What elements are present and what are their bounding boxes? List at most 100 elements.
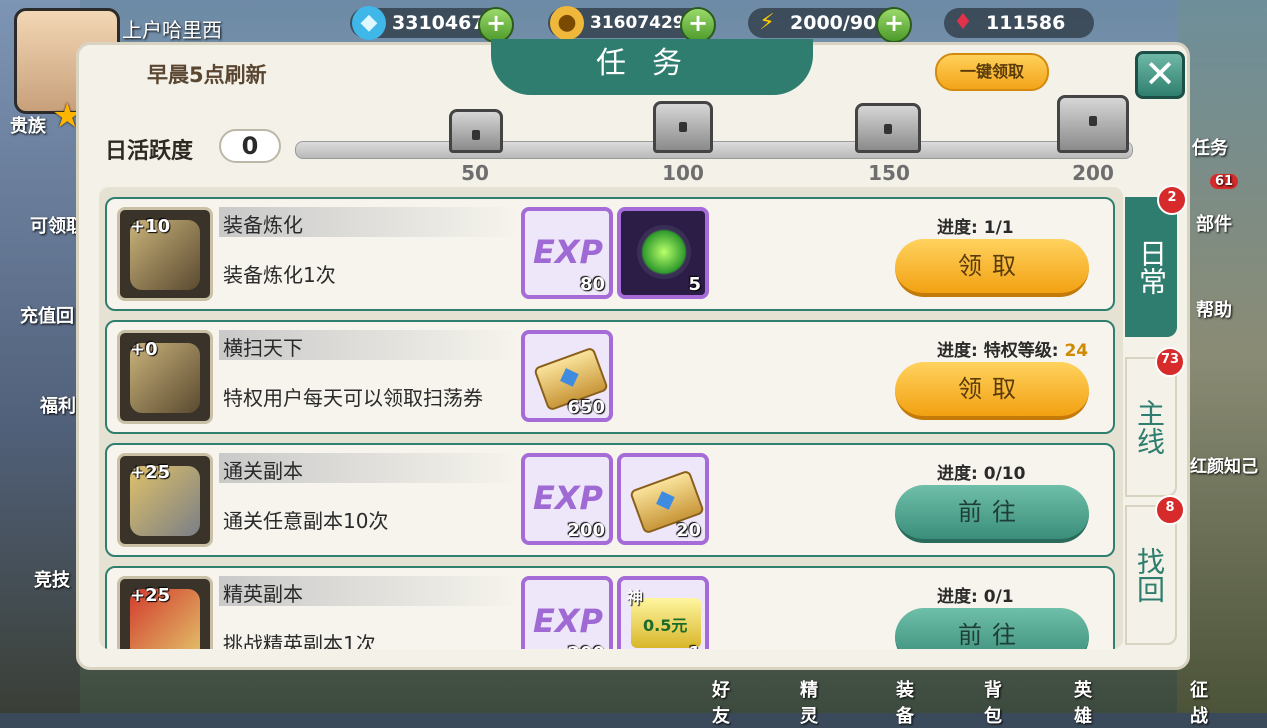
task-row: +10 装备炼化 装备炼化1次 EXP 80 5 进度: 1/1 领取 bbox=[105, 197, 1115, 311]
ruby-value: 111586 bbox=[986, 12, 1066, 34]
activity-label: 日活跃度 bbox=[105, 139, 194, 164]
task-icon: +25 bbox=[117, 453, 213, 547]
side-menu-parts[interactable]: 部件 bbox=[1196, 210, 1232, 236]
reward-gem[interactable]: 5 bbox=[617, 207, 709, 299]
claim-button[interactable]: 领取 bbox=[895, 239, 1089, 297]
tab-label: 主线 bbox=[1133, 399, 1166, 455]
diamond-icon: ◆ bbox=[352, 6, 386, 40]
tab-daily[interactable]: 日常 2 bbox=[1125, 185, 1187, 337]
chest-100-label: 100 bbox=[662, 161, 704, 185]
reward-exp[interactable]: EXP 200 bbox=[521, 453, 613, 545]
task-list[interactable]: +10 装备炼化 装备炼化1次 EXP 80 5 进度: 1/1 领取 +0 横… bbox=[99, 187, 1123, 649]
side-menu-companion[interactable]: 红颜知己 bbox=[1190, 452, 1258, 477]
task-icon: +10 bbox=[117, 207, 213, 301]
task-name: 横扫天下 bbox=[223, 336, 303, 360]
rank-label: 贵族 bbox=[10, 116, 46, 137]
tab-badge: 8 bbox=[1155, 495, 1185, 525]
stamina-icon: ⚡ bbox=[759, 10, 775, 35]
tab-label: 日常 bbox=[1135, 239, 1168, 295]
reward-coupon[interactable]: 神 0.5元 1 bbox=[617, 576, 709, 649]
task-desc: 装备炼化1次 bbox=[223, 263, 336, 287]
task-row: +25 通关副本 通关任意副本10次 EXP 200 20 进度: 0/10 前… bbox=[105, 443, 1115, 557]
exp-icon: EXP bbox=[533, 233, 603, 271]
task-level: +25 bbox=[130, 462, 171, 483]
add-gold-button[interactable]: + bbox=[680, 7, 716, 43]
task-name: 精英副本 bbox=[223, 582, 303, 606]
nav-spirit[interactable]: 精灵 bbox=[800, 676, 818, 728]
reward-exp[interactable]: EXP 200 bbox=[521, 576, 613, 649]
reward-qty: 650 bbox=[567, 397, 605, 418]
gold-counter: ● 316074296 + bbox=[548, 6, 716, 43]
ruby-counter: ♦ 111586 bbox=[944, 8, 1094, 38]
reward-exp[interactable]: EXP 80 bbox=[521, 207, 613, 299]
chest-50-icon[interactable] bbox=[449, 109, 503, 153]
add-stamina-button[interactable]: + bbox=[876, 7, 912, 43]
activity-progress-track bbox=[295, 141, 1133, 159]
reward-ticket[interactable]: 650 bbox=[521, 330, 613, 422]
reward-qty: 1 bbox=[688, 643, 701, 649]
task-dialog: 早晨5点刷新 任务 一键领取 ✕ 日活跃度 0 50 100 150 200 +… bbox=[76, 39, 1190, 670]
nav-heroes[interactable]: 英雄 bbox=[1074, 676, 1092, 728]
task-name: 通关副本 bbox=[223, 459, 303, 483]
stamina-counter: ⚡ 2000/90 + bbox=[748, 7, 912, 43]
progress-value: 特权等级: bbox=[983, 341, 1059, 361]
tab-retrieve[interactable]: 找回 8 bbox=[1125, 495, 1185, 645]
side-menu-welfare[interactable]: 福利 bbox=[40, 392, 76, 418]
progress-value: 0/1 bbox=[983, 587, 1014, 607]
progress-label: 进度: bbox=[937, 341, 978, 361]
reward-qty: 5 bbox=[688, 274, 701, 295]
nav-campaign[interactable]: 征战 bbox=[1190, 676, 1208, 728]
right-background bbox=[1177, 0, 1267, 713]
side-menu-help[interactable]: 帮助 bbox=[1196, 296, 1232, 322]
task-icon: +0 bbox=[117, 330, 213, 424]
task-level: +25 bbox=[130, 585, 171, 606]
claim-button[interactable]: 领取 bbox=[895, 362, 1089, 420]
gem-icon bbox=[637, 225, 691, 279]
side-menu-recharge[interactable]: 充值回 bbox=[20, 302, 74, 328]
stamina-value: 2000/90 bbox=[790, 12, 877, 34]
reward-qty: 200 bbox=[567, 643, 605, 649]
add-diamond-button[interactable]: + bbox=[478, 7, 514, 43]
go-button[interactable]: 前往 bbox=[895, 485, 1089, 543]
task-level: +0 bbox=[130, 339, 158, 360]
nav-equipment[interactable]: 装备 bbox=[896, 676, 914, 728]
chest-150-label: 150 bbox=[868, 161, 910, 185]
activity-value: 0 bbox=[219, 129, 281, 163]
side-menu-arena[interactable]: 竞技 bbox=[34, 566, 70, 592]
dialog-header: 早晨5点刷新 任务 一键领取 ✕ bbox=[79, 39, 1187, 105]
coupon-value: 0.5元 bbox=[643, 616, 688, 635]
go-button[interactable]: 前往 bbox=[895, 608, 1089, 649]
task-progress: 进度: 0/1 bbox=[937, 582, 1014, 607]
chest-50-label: 50 bbox=[461, 161, 489, 185]
tab-badge: 73 bbox=[1155, 347, 1185, 377]
progress-value: 1/1 bbox=[983, 218, 1014, 238]
chest-100-icon[interactable] bbox=[653, 101, 713, 153]
reward-qty: 80 bbox=[579, 274, 605, 295]
diamond-counter: ◆ 33104675 + bbox=[350, 6, 514, 43]
task-progress: 进度: 1/1 bbox=[937, 213, 1014, 238]
close-button[interactable]: ✕ bbox=[1135, 51, 1185, 99]
progress-label: 进度: bbox=[937, 587, 978, 607]
tab-main[interactable]: 主线 73 bbox=[1125, 347, 1185, 497]
refresh-note: 早晨5点刷新 bbox=[147, 63, 267, 87]
tab-label: 找回 bbox=[1133, 547, 1166, 603]
nav-friends[interactable]: 好友 bbox=[712, 676, 730, 728]
task-icon: +25 bbox=[117, 576, 213, 649]
task-desc: 挑战精英副本1次 bbox=[223, 632, 376, 649]
claim-all-button[interactable]: 一键领取 bbox=[935, 53, 1049, 91]
side-menu-quest[interactable]: 任务 bbox=[1192, 134, 1228, 160]
exp-icon: EXP bbox=[533, 479, 603, 517]
task-desc: 通关任意副本10次 bbox=[223, 509, 389, 533]
task-desc: 特权用户每天可以领取扫荡券 bbox=[223, 386, 483, 410]
task-row: +25 精英副本 挑战精英副本1次 EXP 200 神 0.5元 1 进度: 0… bbox=[105, 566, 1115, 649]
progress-label: 进度: bbox=[937, 464, 978, 484]
task-level: +10 bbox=[130, 216, 171, 237]
chest-200-icon[interactable] bbox=[1057, 95, 1129, 153]
reward-ticket[interactable]: 20 bbox=[617, 453, 709, 545]
close-icon: ✕ bbox=[1144, 52, 1176, 96]
task-progress: 进度: 0/10 bbox=[937, 459, 1025, 484]
task-progress: 进度: 特权等级: 24 bbox=[937, 336, 1088, 361]
reward-qty: 200 bbox=[567, 520, 605, 541]
nav-bag[interactable]: 背包 bbox=[984, 676, 1002, 728]
chest-150-icon[interactable] bbox=[855, 103, 921, 153]
